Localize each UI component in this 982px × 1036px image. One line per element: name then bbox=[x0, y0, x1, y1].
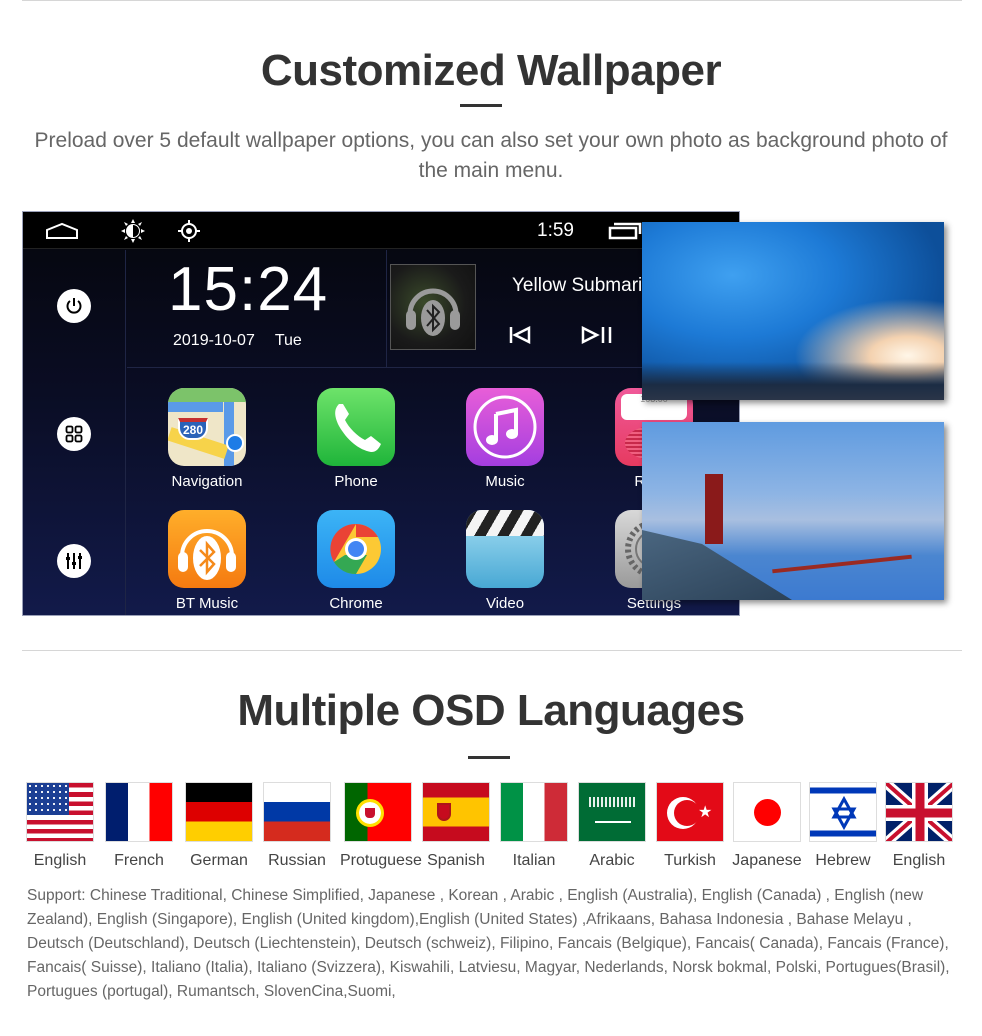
flag-label: Italian bbox=[512, 852, 556, 869]
flag-item-italian[interactable]: Italian bbox=[496, 782, 572, 870]
left-rail bbox=[23, 250, 126, 615]
de-flag-icon bbox=[185, 782, 253, 842]
weekday: Tue bbox=[274, 332, 302, 349]
section-divider bbox=[22, 650, 962, 651]
app-label: Video bbox=[485, 595, 525, 612]
app-navigation[interactable]: 280 Navigation bbox=[167, 388, 247, 490]
bridge-tower bbox=[705, 474, 723, 544]
section-title-languages: Multiple OSD Languages bbox=[237, 686, 745, 735]
album-art[interactable] bbox=[390, 264, 476, 350]
play-pause-icon bbox=[581, 325, 612, 345]
phone-icon bbox=[317, 388, 395, 466]
ru-flag-icon bbox=[263, 782, 331, 842]
fr-flag-icon bbox=[105, 782, 173, 842]
flag-item-russian[interactable]: Russian bbox=[259, 782, 335, 870]
chrome-icon bbox=[317, 510, 395, 588]
flag-label: Turkish bbox=[664, 852, 716, 869]
title-underline bbox=[468, 756, 510, 759]
flag-item-turkish[interactable]: ★ Turkish bbox=[652, 782, 728, 870]
section-title-wallpaper: Customized Wallpaper bbox=[260, 46, 722, 95]
us-flag-icon bbox=[26, 782, 94, 842]
app-video[interactable]: Video bbox=[465, 510, 545, 612]
headunit-screen: 1:59 15:24 2019-10-07 Tue Yellow Submarin… bbox=[22, 211, 740, 616]
es-flag-icon bbox=[422, 782, 490, 842]
power-icon bbox=[66, 298, 82, 314]
section-subtitle: Preload over 5 default wallpaper options… bbox=[34, 129, 948, 182]
clock-date: 2019-10-07 Tue bbox=[173, 332, 302, 350]
golden-gate-bridge-wallpaper[interactable] bbox=[642, 422, 944, 600]
flag-label: Arabic bbox=[589, 852, 635, 869]
bridge-deck bbox=[772, 554, 912, 574]
flag-item-french[interactable]: French bbox=[101, 782, 177, 870]
nav-badge: 280 bbox=[178, 418, 208, 440]
previous-icon bbox=[509, 325, 531, 345]
flag-item-english-us[interactable]: English bbox=[22, 782, 98, 870]
top-divider bbox=[22, 0, 962, 1]
app-phone[interactable]: Phone bbox=[316, 388, 396, 490]
previous-button[interactable] bbox=[509, 325, 531, 350]
flag-label: Spanish bbox=[427, 852, 485, 869]
app-label: Navigation bbox=[171, 473, 243, 490]
gb-flag-icon bbox=[885, 782, 953, 842]
status-time: 1:59 bbox=[537, 220, 574, 241]
sa-flag-icon bbox=[578, 782, 646, 842]
bluetooth-headphones-icon bbox=[168, 510, 246, 588]
play-pause-button[interactable] bbox=[581, 325, 613, 350]
flag-label: German bbox=[190, 852, 248, 869]
it-flag-icon bbox=[500, 782, 568, 842]
app-music[interactable]: Music bbox=[465, 388, 545, 490]
flag-item-german[interactable]: German bbox=[181, 782, 257, 870]
home-icon[interactable] bbox=[45, 222, 79, 245]
apps-grid-button[interactable] bbox=[57, 417, 91, 451]
app-bt-music[interactable]: BT Music bbox=[167, 510, 247, 612]
flag-label: Russian bbox=[268, 852, 326, 869]
app-label: BT Music bbox=[175, 595, 239, 612]
supported-languages-text: Support: Chinese Traditional, Chinese Si… bbox=[27, 887, 950, 1000]
flag-label: Japanese bbox=[732, 852, 802, 869]
date-value: 2019-10-07 bbox=[173, 332, 255, 349]
bluetooth-headphones-icon bbox=[406, 288, 460, 336]
flag-label: Protuguese bbox=[340, 852, 422, 869]
jp-flag-icon bbox=[733, 782, 801, 842]
brightness-icon[interactable] bbox=[121, 219, 145, 248]
flag-item-japanese[interactable]: Japanese bbox=[729, 782, 805, 870]
ice-cave-wallpaper[interactable] bbox=[642, 222, 944, 400]
flag-item-spanish[interactable]: Spanish bbox=[418, 782, 494, 870]
app-label: Phone bbox=[334, 473, 378, 490]
title-underline bbox=[460, 104, 502, 107]
equalizer-icon bbox=[66, 553, 82, 569]
status-bar: 1:59 bbox=[23, 212, 739, 249]
app-label: Chrome bbox=[329, 595, 383, 612]
flag-label: Hebrew bbox=[815, 852, 871, 869]
song-title: Yellow Submarine bbox=[512, 275, 664, 296]
power-button[interactable] bbox=[57, 289, 91, 323]
tr-flag-icon: ★ bbox=[656, 782, 724, 842]
flag-label: French bbox=[114, 852, 164, 869]
flag-item-arabic[interactable]: Arabic bbox=[574, 782, 650, 870]
flag-label: English bbox=[33, 852, 87, 869]
equalizer-button[interactable] bbox=[57, 544, 91, 578]
divider-vertical bbox=[386, 250, 387, 367]
flag-item-hebrew[interactable]: Hebrew bbox=[805, 782, 881, 870]
flag-item-english-gb[interactable]: English bbox=[881, 782, 957, 870]
gps-icon[interactable] bbox=[178, 220, 200, 247]
app-chrome[interactable]: Chrome bbox=[316, 510, 396, 612]
app-label: Music bbox=[485, 473, 525, 490]
recent-apps-icon[interactable] bbox=[608, 222, 642, 245]
music-icon bbox=[466, 388, 544, 466]
apps-grid-icon bbox=[65, 425, 83, 443]
clock-time: 15:24 bbox=[168, 255, 329, 324]
map-icon: 280 bbox=[168, 388, 246, 466]
flag-label: English bbox=[892, 852, 946, 869]
flag-item-portuguese[interactable]: Protuguese bbox=[340, 782, 422, 870]
clapperboard-icon bbox=[466, 510, 544, 588]
pt-flag-icon bbox=[344, 782, 412, 842]
il-flag-icon bbox=[809, 782, 877, 842]
